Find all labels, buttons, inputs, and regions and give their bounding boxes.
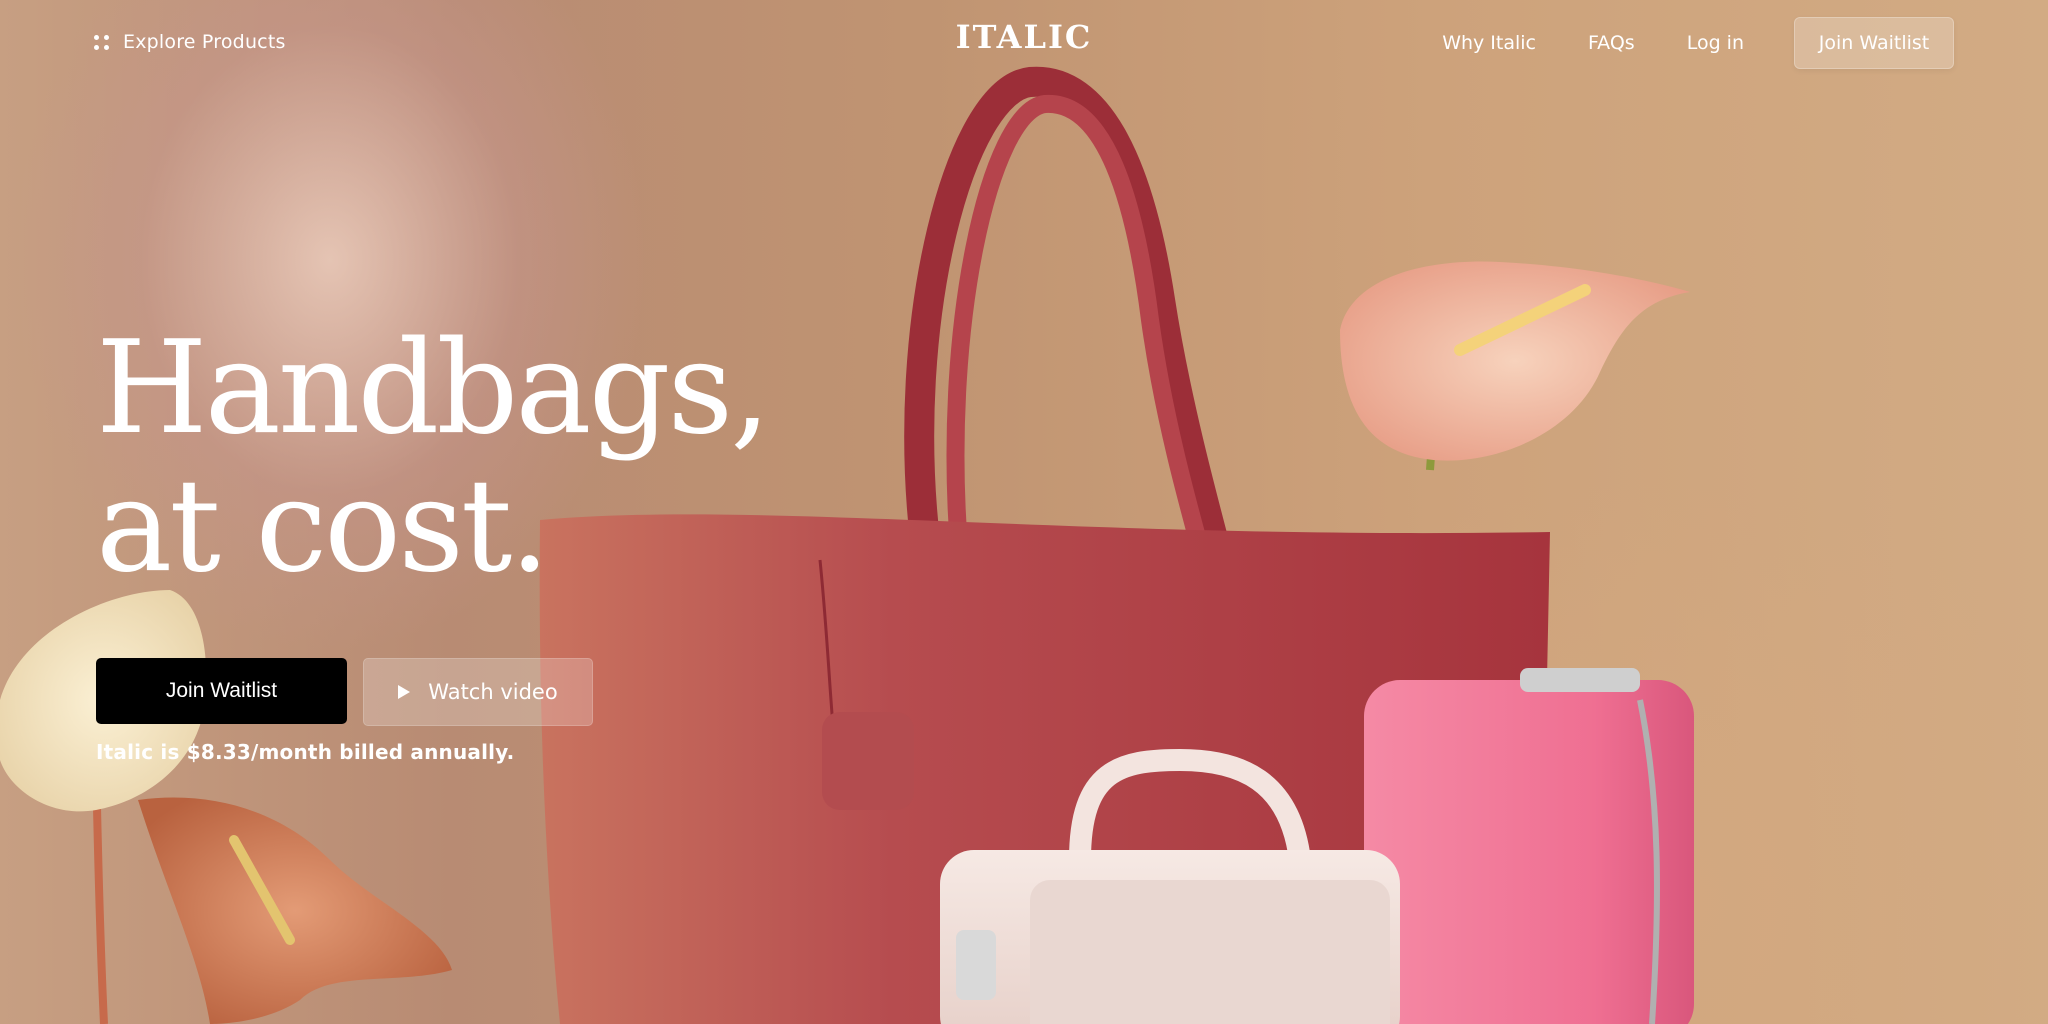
hero-headline-line-1: Handbags, [96, 314, 771, 463]
anthurium-flower-left [0, 590, 452, 1024]
anthurium-flower-right [1340, 261, 1690, 471]
top-navigation: Explore Products ITALIC Why Italic FAQs … [0, 0, 2048, 86]
nav-link-log-in[interactable]: Log in [1687, 32, 1744, 54]
nav-join-waitlist-button[interactable]: Join Waitlist [1794, 17, 1954, 69]
play-icon [398, 685, 411, 699]
nav-link-why-italic[interactable]: Why Italic [1442, 32, 1536, 54]
watch-video-button[interactable]: Watch video [363, 658, 593, 726]
pink-crossbody-bag [1364, 668, 1694, 1024]
hero-headline-line-2: at cost. [96, 452, 550, 601]
hero-cta-row: Join Waitlist Watch video [96, 658, 593, 726]
hero-headline: Handbags, at cost. [96, 320, 856, 596]
nav-link-faqs[interactable]: FAQs [1588, 32, 1635, 54]
join-waitlist-button[interactable]: Join Waitlist [96, 658, 347, 724]
nav-links: Why Italic FAQs Log in Join Waitlist [1442, 17, 1954, 69]
watch-video-label: Watch video [428, 680, 558, 704]
pricing-note: Italic is $8.33/month billed annually. [96, 740, 515, 764]
